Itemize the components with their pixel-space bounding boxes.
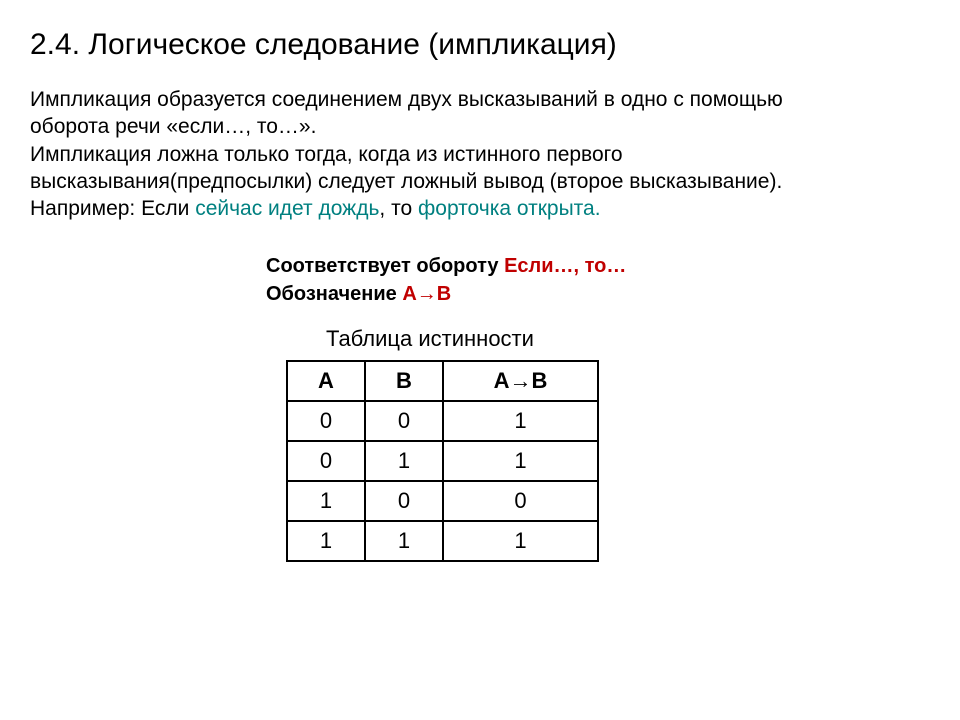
- notation-value: А→В: [402, 283, 451, 305]
- example-premise: сейчас идет дождь: [189, 197, 379, 220]
- cell-b: 0: [365, 401, 443, 441]
- corresponds-value: Если…, то…: [504, 255, 626, 277]
- table-row: 1 0 0: [287, 481, 598, 521]
- cell-b: 0: [365, 481, 443, 521]
- header-b: B: [365, 361, 443, 401]
- table-row: 1 1 1: [287, 521, 598, 561]
- table-row: 0 1 1: [287, 441, 598, 481]
- cell-a: 0: [287, 441, 365, 481]
- cell-a: 1: [287, 481, 365, 521]
- body-line-1: Импликация образуется соединением двух в…: [30, 88, 783, 111]
- corresponds-label: Соответствует обороту: [266, 255, 504, 277]
- body-line-5b: , то: [379, 197, 412, 220]
- cell-ab: 0: [443, 481, 598, 521]
- body-paragraph: Импликация образуется соединением двух в…: [30, 86, 930, 222]
- cell-a: 0: [287, 401, 365, 441]
- slide-content: 2.4. Логическое следование (импликация) …: [0, 0, 960, 590]
- table-header-row: A B A→B: [287, 361, 598, 401]
- cell-b: 1: [365, 441, 443, 481]
- truth-table: A B A→B 0 0 1 0 1 1 1 0 0 1 1: [286, 360, 599, 562]
- page-title: 2.4. Логическое следование (импликация): [30, 28, 930, 62]
- table-row: 0 0 1: [287, 401, 598, 441]
- body-line-2: оборота речи «если…, то…».: [30, 115, 316, 138]
- table-caption: Таблица истинности: [326, 326, 930, 352]
- cell-b: 1: [365, 521, 443, 561]
- notation-label: Обозначение: [266, 283, 402, 305]
- cell-a: 1: [287, 521, 365, 561]
- body-line-5a: Например: Если: [30, 197, 189, 220]
- header-a: A: [287, 361, 365, 401]
- notation-block: Соответствует обороту Если…, то… Обознач…: [266, 252, 930, 308]
- example-conclusion: форточка открыта.: [412, 197, 600, 220]
- cell-ab: 1: [443, 521, 598, 561]
- body-line-3: Импликация ложна только тогда, когда из …: [30, 143, 623, 166]
- header-ab: A→B: [443, 361, 598, 401]
- body-line-4: высказывания(предпосылки) следует ложный…: [30, 170, 782, 193]
- cell-ab: 1: [443, 401, 598, 441]
- cell-ab: 1: [443, 441, 598, 481]
